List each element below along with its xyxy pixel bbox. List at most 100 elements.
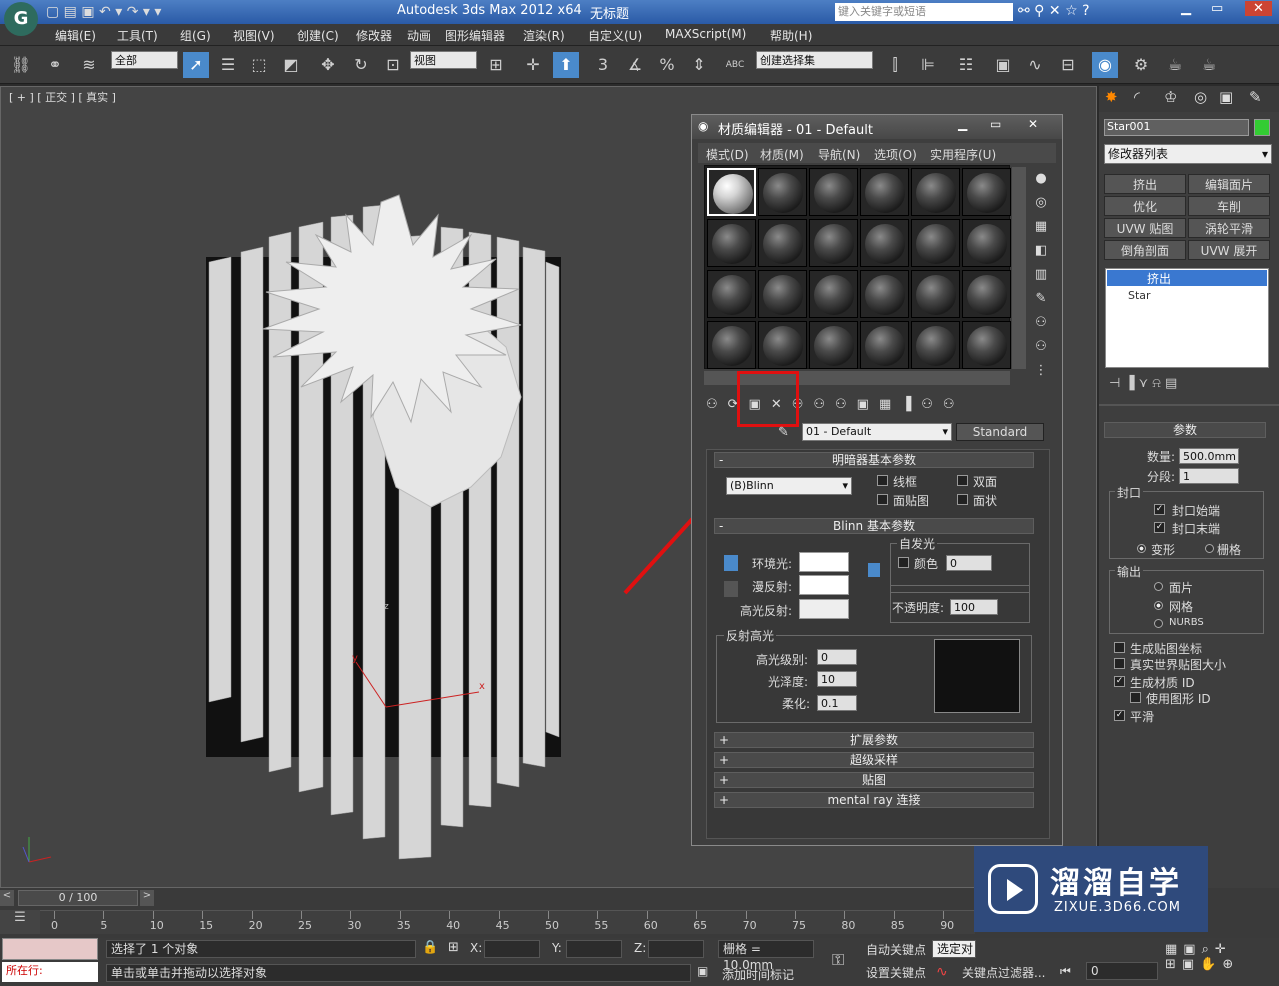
viewport-nav-icons[interactable]: ▦▣⌕✛ ⊞▣✋⊕ bbox=[1165, 942, 1277, 982]
mod-btn-unwrap-uvw[interactable]: UVW 展开 bbox=[1188, 240, 1270, 260]
shader-dropdown[interactable]: (B)Blinn ▾ bbox=[726, 477, 852, 495]
quick-access-icons[interactable]: ▢ ▤ ▣ ↶ ▾ ↷ ▾ ▾ bbox=[46, 4, 161, 20]
lock-ambient-icon[interactable] bbox=[724, 555, 738, 571]
set-key-button[interactable]: 设置关键点 bbox=[866, 964, 926, 981]
align-icon[interactable]: ⊫ bbox=[915, 52, 941, 78]
cap-start-checkbox[interactable]: ✓ bbox=[1154, 504, 1165, 515]
current-frame-field[interactable]: 0 bbox=[1086, 962, 1158, 980]
two-sided-checkbox[interactable] bbox=[957, 475, 968, 486]
menu-view[interactable]: 视图(V) bbox=[233, 27, 275, 44]
command-tabs[interactable]: ✸ ◜ ♔ ◎ ▣ ✎ bbox=[1099, 86, 1279, 112]
patch-radio[interactable] bbox=[1154, 582, 1163, 591]
blinn-rollout-header[interactable]: - Blinn 基本参数 bbox=[714, 518, 1034, 534]
mod-btn-optimize[interactable]: 优化 bbox=[1104, 196, 1186, 216]
search-input[interactable]: 键入关键字或短语 bbox=[835, 3, 1013, 21]
goto-start-icon[interactable]: ⏮ bbox=[1060, 964, 1071, 979]
menu-create[interactable]: 创建(C) bbox=[297, 27, 339, 44]
material-slot[interactable] bbox=[962, 270, 1011, 318]
mod-btn-lathe[interactable]: 车削 bbox=[1188, 196, 1270, 216]
rollout-extended-params[interactable]: + 扩展参数 bbox=[714, 732, 1034, 748]
snap-toggle-icon[interactable]: 3 bbox=[590, 52, 616, 78]
render-icon[interactable]: ☕ bbox=[1196, 52, 1222, 78]
render-setup-icon[interactable]: ⚙ bbox=[1128, 52, 1154, 78]
spinner-snap-icon[interactable]: ⇕ bbox=[686, 52, 712, 78]
z-coord-field[interactable] bbox=[648, 940, 704, 958]
me-menu-options[interactable]: 选项(O) bbox=[874, 146, 917, 163]
menu-tools[interactable]: 工具(T) bbox=[117, 27, 158, 44]
material-slot[interactable] bbox=[809, 219, 858, 267]
stack-item-star[interactable]: Star bbox=[1128, 289, 1151, 302]
material-slot[interactable] bbox=[860, 270, 909, 318]
material-slot[interactable] bbox=[809, 321, 858, 369]
menu-graph-editors[interactable]: 图形编辑器 bbox=[445, 27, 505, 44]
select-object-icon[interactable]: ➚ bbox=[183, 52, 209, 78]
material-slot[interactable] bbox=[962, 219, 1011, 267]
percent-snap-icon[interactable]: % bbox=[654, 52, 680, 78]
mod-btn-uvw-map[interactable]: UVW 贴图 bbox=[1104, 218, 1186, 238]
shader-rollout-header[interactable]: - 明暗器基本参数 bbox=[714, 452, 1034, 468]
gen-map-coords-checkbox[interactable] bbox=[1114, 642, 1125, 653]
material-slot[interactable] bbox=[809, 168, 858, 216]
edit-named-sel-icon[interactable]: ABC bbox=[722, 52, 748, 78]
material-slot[interactable] bbox=[758, 321, 807, 369]
menu-edit[interactable]: 编辑(E) bbox=[55, 27, 96, 44]
motion-tab-icon[interactable]: ◎ bbox=[1194, 88, 1207, 106]
face-map-checkbox[interactable] bbox=[877, 494, 888, 505]
object-name-field[interactable]: Star001 bbox=[1104, 119, 1249, 136]
material-slot[interactable] bbox=[911, 270, 960, 318]
manipulate-icon[interactable]: ✛ bbox=[520, 52, 546, 78]
add-time-tag[interactable]: 添加时间标记 bbox=[722, 966, 794, 983]
rollout-maps[interactable]: + 贴图 bbox=[714, 772, 1034, 788]
mod-btn-bevel-profile[interactable]: 倒角剖面 bbox=[1104, 240, 1186, 260]
keyboard-shortcut-icon[interactable]: ⬆ bbox=[553, 52, 579, 78]
layer-manager-icon[interactable]: ☷ bbox=[953, 52, 979, 78]
segments-spinner[interactable]: 1 bbox=[1179, 468, 1239, 484]
me-menu-utilities[interactable]: 实用程序(U) bbox=[930, 146, 996, 163]
stack-item-extrude[interactable]: 挤出 bbox=[1107, 270, 1267, 286]
material-slot[interactable] bbox=[911, 219, 960, 267]
ambient-swatch[interactable] bbox=[799, 552, 849, 572]
angle-snap-icon[interactable]: ∡ bbox=[622, 52, 648, 78]
me-close-icon[interactable]: ✕ bbox=[1028, 117, 1038, 131]
menu-animation[interactable]: 动画 bbox=[407, 27, 431, 44]
pick-material-icon[interactable]: ✎ bbox=[778, 425, 789, 440]
create-tab-icon[interactable]: ✸ bbox=[1105, 88, 1118, 106]
graphite-icon[interactable]: ▣ bbox=[990, 52, 1016, 78]
material-slot[interactable] bbox=[860, 168, 909, 216]
material-slot[interactable] bbox=[860, 321, 909, 369]
me-minimize-icon[interactable]: ▁ bbox=[958, 117, 967, 131]
select-by-name-icon[interactable]: ☰ bbox=[215, 52, 241, 78]
soften-spinner[interactable]: 0.1 bbox=[817, 695, 857, 711]
material-slot[interactable] bbox=[911, 321, 960, 369]
selection-filter-dropdown[interactable]: 全部 bbox=[111, 51, 178, 69]
maxscript-listener-box[interactable] bbox=[2, 938, 98, 960]
unlink-icon[interactable]: ⚭ bbox=[42, 52, 68, 78]
morph-radio[interactable] bbox=[1137, 544, 1146, 553]
close-icon[interactable]: ✕ bbox=[1245, 1, 1272, 16]
material-slot[interactable] bbox=[860, 219, 909, 267]
ref-coord-dropdown[interactable]: 视图 bbox=[410, 51, 477, 69]
grid-radio[interactable] bbox=[1205, 544, 1214, 553]
auto-key-button[interactable]: 自动关键点 bbox=[866, 941, 926, 958]
restore-icon[interactable]: ▭ bbox=[1211, 1, 1223, 16]
set-key-icon[interactable]: ⚿ bbox=[832, 950, 844, 970]
me-menu-modes[interactable]: 模式(D) bbox=[706, 146, 749, 163]
stack-tools-icons[interactable]: ⊣ ▐ ⋎ ⍾ ▤ bbox=[1109, 376, 1269, 391]
material-slot[interactable] bbox=[707, 219, 756, 267]
menu-modifiers[interactable]: 修改器 bbox=[356, 27, 392, 44]
key-mode-dropdown[interactable]: 选定对 bbox=[932, 940, 976, 958]
named-selection-dropdown[interactable]: 创建选择集 bbox=[756, 51, 873, 69]
lock-map-icon[interactable] bbox=[868, 563, 880, 577]
scale-icon[interactable]: ⊡ bbox=[380, 52, 406, 78]
time-tag-icon[interactable]: ▣ bbox=[697, 964, 708, 978]
real-world-checkbox[interactable] bbox=[1114, 658, 1125, 669]
material-slot[interactable] bbox=[758, 168, 807, 216]
material-editor-icon[interactable]: ◉ bbox=[1092, 52, 1118, 78]
mod-btn-extrude[interactable]: 挤出 bbox=[1104, 174, 1186, 194]
rollout-mental-ray[interactable]: + mental ray 连接 bbox=[714, 792, 1034, 808]
amount-spinner[interactable]: 500.0mm bbox=[1179, 448, 1239, 464]
opacity-spinner[interactable]: 100 bbox=[950, 599, 998, 615]
material-slot[interactable] bbox=[962, 321, 1011, 369]
glossiness-spinner[interactable]: 10 bbox=[817, 671, 857, 687]
time-slider[interactable]: 0 / 100 bbox=[18, 890, 138, 906]
